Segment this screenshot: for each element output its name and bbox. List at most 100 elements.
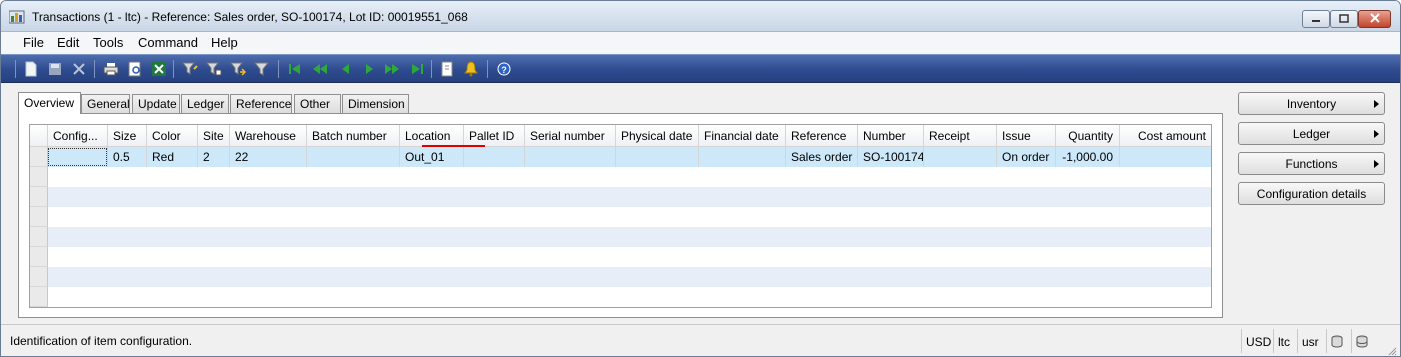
menu-edit[interactable]: Edit xyxy=(57,35,79,50)
column-header-size[interactable]: Size xyxy=(108,125,147,147)
status-bar: Identification of item configuration. US… xyxy=(1,324,1400,356)
chevron-right-icon xyxy=(1374,160,1379,168)
delete-icon[interactable] xyxy=(71,61,87,77)
empty-row xyxy=(30,207,1211,227)
row-selector xyxy=(30,167,48,187)
column-header-number[interactable]: Number xyxy=(858,125,924,147)
column-header-location[interactable]: Location xyxy=(400,125,464,147)
column-header-issue[interactable]: Issue xyxy=(997,125,1056,147)
configuration-details-label: Configuration details xyxy=(1256,187,1367,201)
status-company[interactable]: ltc xyxy=(1273,329,1294,353)
inventory-button[interactable]: Inventory xyxy=(1238,92,1385,115)
new-icon[interactable] xyxy=(23,61,39,77)
row-selector xyxy=(30,187,48,207)
cell-issue[interactable]: On order xyxy=(997,147,1056,167)
row-selector xyxy=(30,267,48,287)
transactions-window: Transactions (1 - ltc) - Reference: Sale… xyxy=(0,0,1401,357)
next-record-icon[interactable] xyxy=(362,61,378,77)
save-icon[interactable] xyxy=(47,61,63,77)
server-icon[interactable] xyxy=(1351,329,1372,353)
menu-bar: File Edit Tools Command Help xyxy=(1,32,1400,54)
tab-other[interactable]: Other xyxy=(294,94,341,114)
alerts-icon[interactable] xyxy=(463,61,479,77)
cell-financial-date[interactable] xyxy=(699,147,786,167)
cell-site[interactable]: 2 xyxy=(198,147,230,167)
cell-location[interactable]: Out_01 xyxy=(400,147,464,167)
menu-command[interactable]: Command xyxy=(138,35,198,50)
column-header-receipt[interactable]: Receipt xyxy=(924,125,997,147)
overview-panel: Config... Size Color Site Warehouse Batc… xyxy=(18,113,1223,318)
previous-record-icon[interactable] xyxy=(337,61,353,77)
filter-by-grid-icon[interactable] xyxy=(206,61,222,77)
row-selector[interactable] xyxy=(30,147,48,167)
cell-number[interactable]: SO-100174 xyxy=(858,147,924,167)
column-header-reference[interactable]: Reference xyxy=(786,125,858,147)
cell-batch-number[interactable] xyxy=(307,147,400,167)
menu-help[interactable]: Help xyxy=(211,35,238,50)
functions-button[interactable]: Functions xyxy=(1238,152,1385,175)
tab-update[interactable]: Update xyxy=(132,94,180,114)
column-header-pallet-id[interactable]: Pallet ID xyxy=(464,125,525,147)
cell-serial-number[interactable] xyxy=(525,147,616,167)
cell-quantity[interactable]: -1,000.00 xyxy=(1056,147,1120,167)
row-header-corner xyxy=(30,125,48,147)
column-header-warehouse[interactable]: Warehouse xyxy=(230,125,307,147)
tab-dimension[interactable]: Dimension xyxy=(342,94,409,114)
cell-pallet-id[interactable] xyxy=(464,147,525,167)
tab-general[interactable]: General xyxy=(81,94,130,114)
clear-filter-icon[interactable] xyxy=(254,61,270,77)
window-title: Transactions (1 - ltc) - Reference: Sale… xyxy=(32,10,468,24)
column-header-color[interactable]: Color xyxy=(147,125,198,147)
status-currency[interactable]: USD xyxy=(1241,329,1275,353)
column-header-cost-amount[interactable]: Cost amount xyxy=(1120,125,1211,147)
resize-grip-icon[interactable] xyxy=(1387,345,1397,356)
attachments-icon[interactable] xyxy=(439,61,455,77)
cell-size[interactable]: 0.5 xyxy=(108,147,147,167)
advanced-filter-icon[interactable] xyxy=(230,61,246,77)
tab-reference[interactable]: Reference xyxy=(230,94,292,114)
status-user[interactable]: usr xyxy=(1297,329,1323,353)
cell-physical-date[interactable] xyxy=(616,147,699,167)
close-button[interactable] xyxy=(1358,10,1391,28)
previous-page-icon[interactable] xyxy=(312,61,328,77)
help-icon[interactable]: ? xyxy=(496,61,512,77)
tab-ledger[interactable]: Ledger xyxy=(181,94,229,114)
cell-warehouse[interactable]: 22 xyxy=(230,147,307,167)
inventory-button-label: Inventory xyxy=(1286,97,1337,111)
column-header-batch-number[interactable]: Batch number xyxy=(307,125,400,147)
cell-color[interactable]: Red xyxy=(147,147,198,167)
filter-by-selection-icon[interactable] xyxy=(182,61,198,77)
first-record-icon[interactable] xyxy=(287,61,303,77)
cell-receipt[interactable] xyxy=(924,147,997,167)
row-selector xyxy=(30,287,48,307)
empty-row xyxy=(30,167,1211,187)
configuration-details-button[interactable]: Configuration details xyxy=(1238,182,1385,205)
database-icon[interactable] xyxy=(1326,329,1347,353)
maximize-button[interactable] xyxy=(1330,10,1358,28)
next-page-icon[interactable] xyxy=(384,61,400,77)
print-icon[interactable] xyxy=(103,61,119,77)
title-bar[interactable]: Transactions (1 - ltc) - Reference: Sale… xyxy=(1,1,1400,32)
column-header-financial-date[interactable]: Financial date xyxy=(699,125,786,147)
cell-cost-amount[interactable] xyxy=(1120,147,1211,167)
row-selector xyxy=(30,227,48,247)
transactions-grid[interactable]: Config... Size Color Site Warehouse Batc… xyxy=(29,124,1212,308)
menu-file[interactable]: File xyxy=(23,35,44,50)
column-header-config[interactable]: Config... xyxy=(48,125,108,147)
column-header-quantity[interactable]: Quantity xyxy=(1056,125,1120,147)
column-header-physical-date[interactable]: Physical date xyxy=(616,125,699,147)
column-header-site[interactable]: Site xyxy=(198,125,230,147)
functions-button-label: Functions xyxy=(1285,157,1338,171)
menu-tools[interactable]: Tools xyxy=(93,35,123,50)
ledger-button[interactable]: Ledger xyxy=(1238,122,1385,145)
toolbar-separator xyxy=(431,60,432,78)
export-excel-icon[interactable] xyxy=(151,61,167,77)
column-header-serial-number[interactable]: Serial number xyxy=(525,125,616,147)
last-record-icon[interactable] xyxy=(409,61,425,77)
print-preview-icon[interactable] xyxy=(127,61,143,77)
table-row[interactable]: 0.5 Red 2 22 Out_01 Sales order SO-10017… xyxy=(30,147,1211,167)
row-selector xyxy=(30,247,48,267)
minimize-button[interactable] xyxy=(1302,10,1330,28)
tab-overview[interactable]: Overview xyxy=(18,92,81,114)
cell-reference[interactable]: Sales order xyxy=(786,147,858,167)
